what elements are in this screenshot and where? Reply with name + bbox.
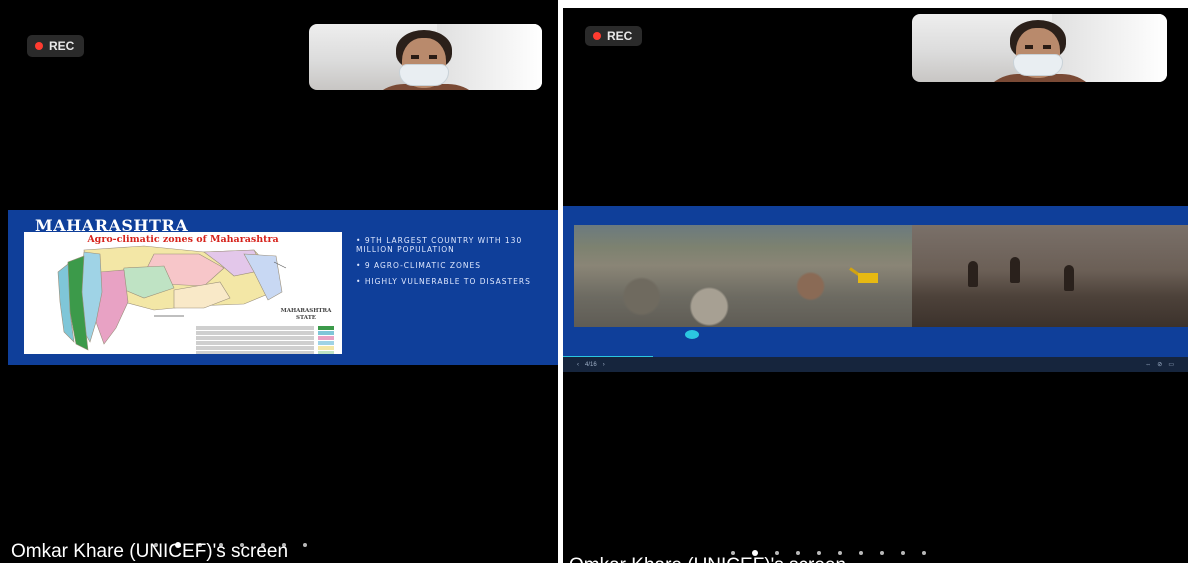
slide-progress-indicator — [685, 330, 699, 339]
participant-video-thumbnail[interactable] — [912, 14, 1167, 82]
page-dot[interactable] — [880, 551, 884, 555]
fit-to-width-icon[interactable]: ⇔ — [1145, 362, 1151, 368]
landfill-photo — [574, 225, 912, 327]
slide-bullet-list: • 9TH LARGEST COUNTRY WITH 130 MILLION P… — [356, 236, 546, 293]
record-dot-icon — [35, 42, 43, 50]
recording-indicator: REC — [27, 35, 85, 57]
page-dot[interactable] — [859, 551, 863, 555]
face-mask-icon — [1012, 54, 1063, 76]
screen-share-panel-left: REC MAHARASHTRA Agro-climatic zones of M… — [0, 0, 558, 563]
excavator-icon — [849, 267, 884, 285]
rec-label: REC — [607, 29, 633, 43]
shared-slide: MAHARASHTRA Agro-climatic zones of Mahar… — [8, 210, 558, 365]
chevron-left-icon[interactable]: ‹ — [577, 362, 579, 368]
agro-climatic-map: Agro-climatic zones of Maharashtra MAHAR… — [24, 232, 342, 354]
chevron-right-icon[interactable]: › — [603, 362, 605, 368]
slide-page-label: 4/16 — [585, 361, 597, 368]
participant-video-thumbnail[interactable] — [309, 24, 542, 90]
captions-icon[interactable]: ▭ — [1168, 361, 1174, 368]
screen-share-caption: Omkar Khare (UNICEF)'s screen — [11, 541, 289, 562]
slide-toolbar: ‹ 4/16 › ⇔ ⊘ ▭ — [563, 357, 1188, 372]
recording-indicator: REC — [585, 26, 643, 46]
slide-bullet: • 9TH LARGEST COUNTRY WITH 130 MILLION P… — [356, 236, 523, 254]
screen-share-caption: Omkar Khare (UNICEF)'s screen — [569, 555, 846, 563]
link-icon[interactable]: ⊘ — [1157, 361, 1162, 368]
page-dot[interactable] — [303, 543, 307, 547]
face-mask-icon — [398, 64, 449, 86]
participant-avatar — [970, 14, 1110, 82]
record-dot-icon — [593, 32, 601, 40]
screen-share-panel-right: REC ‹ 4/16 › ⇔ ⊘ ▭ — [563, 8, 1188, 563]
map-state-label: MAHARASHTRA STATE — [280, 308, 332, 321]
page-dot[interactable] — [901, 551, 905, 555]
rec-label: REC — [49, 39, 75, 53]
slide-bullet: • 9 AGRO-CLIMATIC ZONES — [356, 261, 482, 270]
participant-avatar — [356, 24, 496, 90]
slide-bullet: • HIGHLY VULNERABLE TO DISASTERS — [356, 277, 531, 286]
children-on-landfill-photo — [912, 225, 1188, 327]
map-legend — [196, 326, 334, 354]
shared-slide — [563, 206, 1188, 372]
page-dot[interactable] — [922, 551, 926, 555]
